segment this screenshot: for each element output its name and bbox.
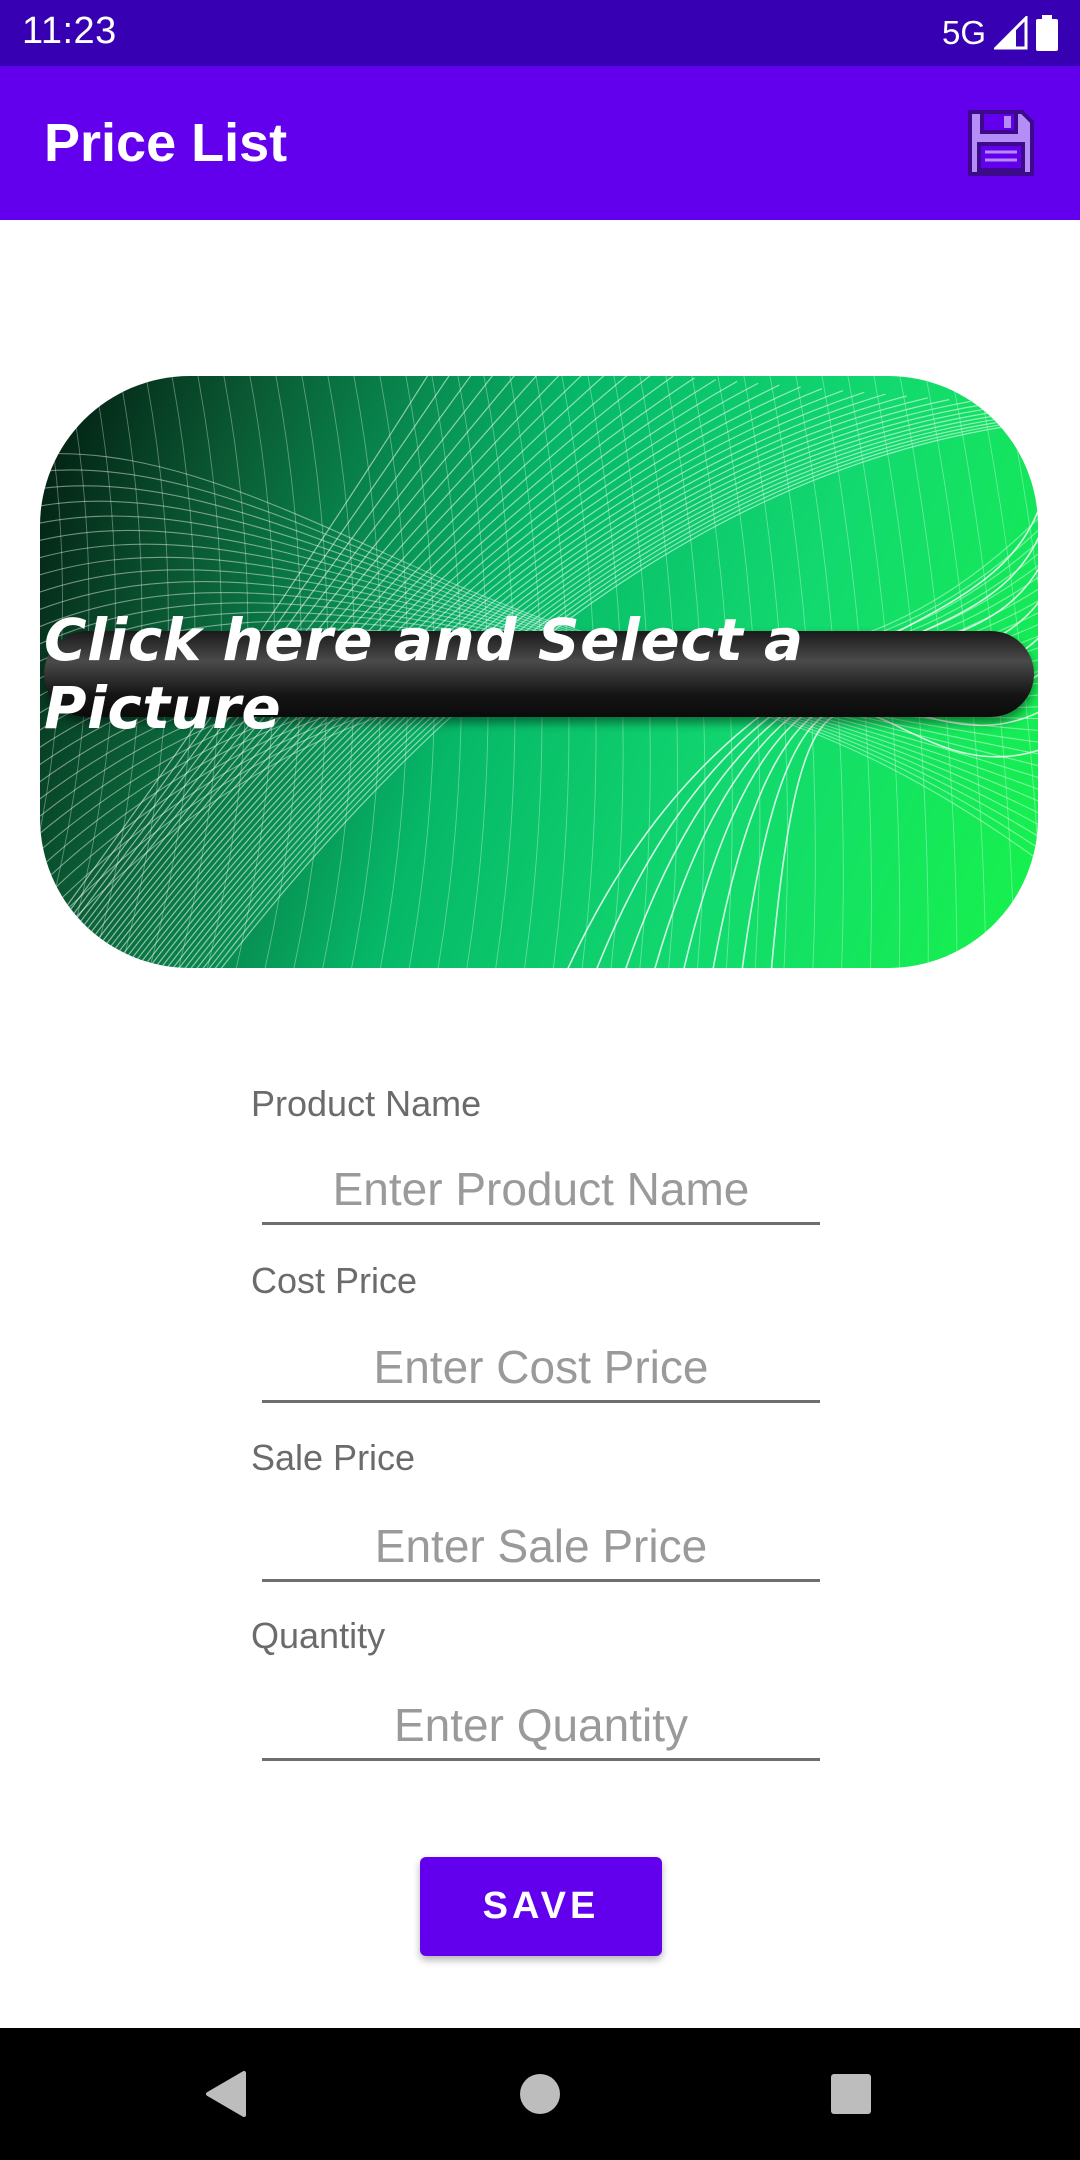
quantity-label: Quantity [251, 1615, 386, 1656]
picture-banner[interactable]: Click here and Select a Picture [44, 606, 1034, 742]
battery-icon [1036, 15, 1058, 51]
status-bar: 11:23 5G [0, 0, 1080, 66]
back-icon [206, 2071, 246, 2117]
picture-selector[interactable]: Click here and Select a Picture [40, 376, 1038, 968]
picture-banner-label: Click here and Select a Picture [44, 606, 804, 742]
home-button[interactable] [480, 2028, 600, 2160]
app-title: Price List [44, 113, 288, 173]
navigation-bar [0, 2028, 1080, 2160]
network-type: 5G [941, 14, 986, 51]
back-button[interactable] [165, 2028, 285, 2160]
product-name-input[interactable] [262, 1155, 820, 1225]
home-icon [520, 2074, 560, 2114]
quantity-input[interactable] [262, 1691, 820, 1761]
status-time: 11:23 [22, 10, 117, 52]
product-name-label: Product Name [251, 1083, 482, 1124]
cost-price-label: Cost Price [251, 1260, 418, 1301]
recents-icon [831, 2074, 871, 2114]
cost-price-input[interactable] [262, 1333, 820, 1403]
sale-price-input[interactable] [262, 1512, 820, 1582]
floppy-disk-icon[interactable] [966, 108, 1036, 178]
signal-icon [994, 16, 1028, 50]
status-indicators: 5G [942, 10, 1058, 56]
app-bar: Price List [0, 66, 1080, 220]
sale-price-label: Sale Price [251, 1437, 416, 1478]
recents-button[interactable] [791, 2028, 911, 2160]
save-button[interactable]: SAVE [420, 1857, 662, 1956]
